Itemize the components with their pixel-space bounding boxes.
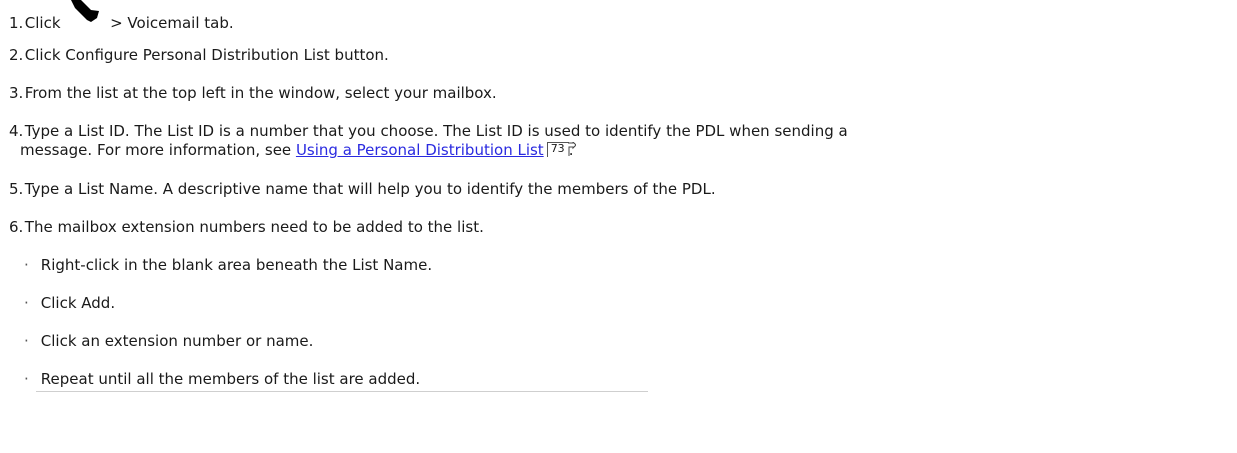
- step-number: 2.: [9, 46, 24, 64]
- list-item: · Right-click in the blank area beneath …: [24, 254, 432, 276]
- list-item-text: Repeat until all the members of the list…: [40, 370, 421, 388]
- step-number: 5.: [9, 180, 24, 198]
- step-text: The mailbox extension numbers need to be…: [24, 218, 484, 236]
- step-text: > Voicemail tab.: [110, 14, 234, 32]
- step-number: 3.: [9, 84, 24, 102]
- list-item: · Click Add.: [24, 292, 115, 314]
- step-5: 5. Type a List Name. A descriptive name …: [9, 178, 716, 200]
- step-text: Click: [24, 14, 61, 32]
- step-text: Type a List Name. A descriptive name tha…: [24, 180, 716, 198]
- step-3: 3. From the list at the top left in the …: [9, 82, 497, 104]
- step-number: 1.: [9, 14, 24, 32]
- list-item: · Repeat until all the members of the li…: [24, 368, 420, 390]
- step-number: 4.: [9, 122, 24, 140]
- page-reference-arrow-icon: [567, 140, 577, 159]
- bullet-marker: ·: [24, 294, 29, 312]
- step-text-line-1: Type a List ID. The List ID is a number …: [24, 122, 848, 140]
- list-item: · Click an extension number or name.: [24, 330, 313, 352]
- step-text: Click Configure Personal Distribution Li…: [24, 46, 389, 64]
- page-reference[interactable]: 73: [546, 140, 577, 157]
- divider: [36, 391, 648, 392]
- step-2: 2. Click Configure Personal Distribution…: [9, 44, 389, 66]
- step-text: From the list at the top left in the win…: [24, 84, 497, 102]
- bullet-marker: ·: [24, 370, 29, 388]
- personal-distribution-list-link[interactable]: Using a Personal Distribution List: [296, 141, 544, 159]
- step-6: 6. The mailbox extension numbers need to…: [9, 216, 484, 238]
- phone-handset-icon[interactable]: [65, 0, 105, 28]
- list-item-text: Right-click in the blank area beneath th…: [40, 256, 433, 274]
- bullet-marker: ·: [24, 256, 29, 274]
- bullet-marker: ·: [24, 332, 29, 350]
- step-1: 1. Click > Voicemail tab.: [9, 0, 234, 34]
- step-4-continuation: message. For more information, see Using…: [20, 139, 577, 161]
- list-item-text: Click an extension number or name.: [40, 332, 314, 350]
- list-item-text: Click Add.: [40, 294, 116, 312]
- page-reference-number: 73: [550, 142, 565, 155]
- step-text-line-2: message. For more information, see: [20, 141, 296, 159]
- step-number: 6.: [9, 218, 24, 236]
